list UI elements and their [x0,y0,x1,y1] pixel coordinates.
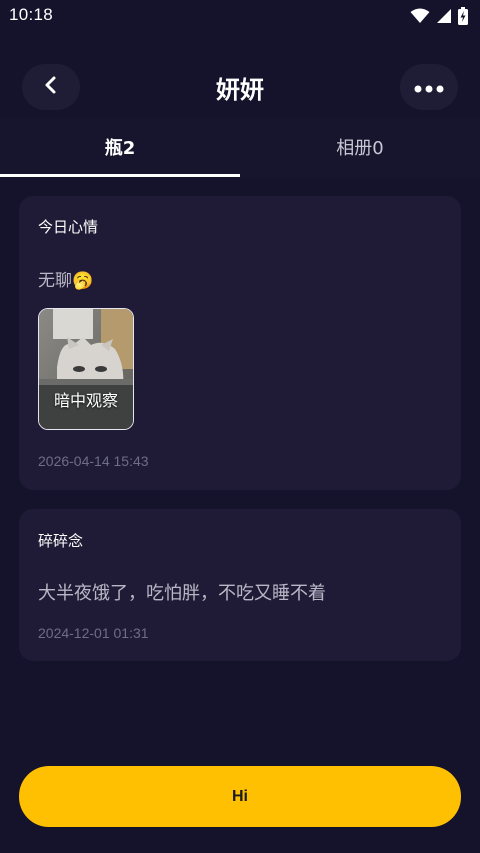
wifi-icon [410,8,430,24]
header: 妍妍 [0,58,480,116]
post-text: 无聊🥱 [38,271,94,291]
active-tab-indicator [0,174,240,177]
post-text: 大半夜饿了，吃怕胖，不吃又睡不着 [38,583,326,604]
hi-button[interactable]: Hi [19,766,461,827]
post-title: 碎碎念 [38,532,84,550]
status-bar: 10:18 [0,0,480,32]
more-dots-icon [414,78,444,97]
post-title: 今日心情 [38,218,99,236]
signal-icon [436,8,452,24]
more-options-button[interactable] [400,64,458,110]
post-card[interactable]: 今日心情 无聊🥱 暗中观察 2026-04-14 15:43 [19,196,461,490]
tab-bottles[interactable]: 瓶2 [0,118,240,176]
status-icons [410,6,468,26]
post-timestamp: 2024-12-01 01:31 [38,625,149,641]
image-caption: 暗中观察 [53,391,118,410]
battery-charging-icon [458,7,468,25]
post-card[interactable]: 碎碎念 大半夜饿了，吃怕胖，不吃又睡不着 2024-12-01 01:31 [19,509,461,661]
post-image[interactable]: 暗中观察 [38,308,134,430]
tab-albums[interactable]: 相册0 [240,118,480,176]
status-time: 10:18 [9,5,54,24]
tab-bar: 瓶2 相册0 [0,118,480,178]
post-timestamp: 2026-04-14 15:43 [38,453,149,469]
